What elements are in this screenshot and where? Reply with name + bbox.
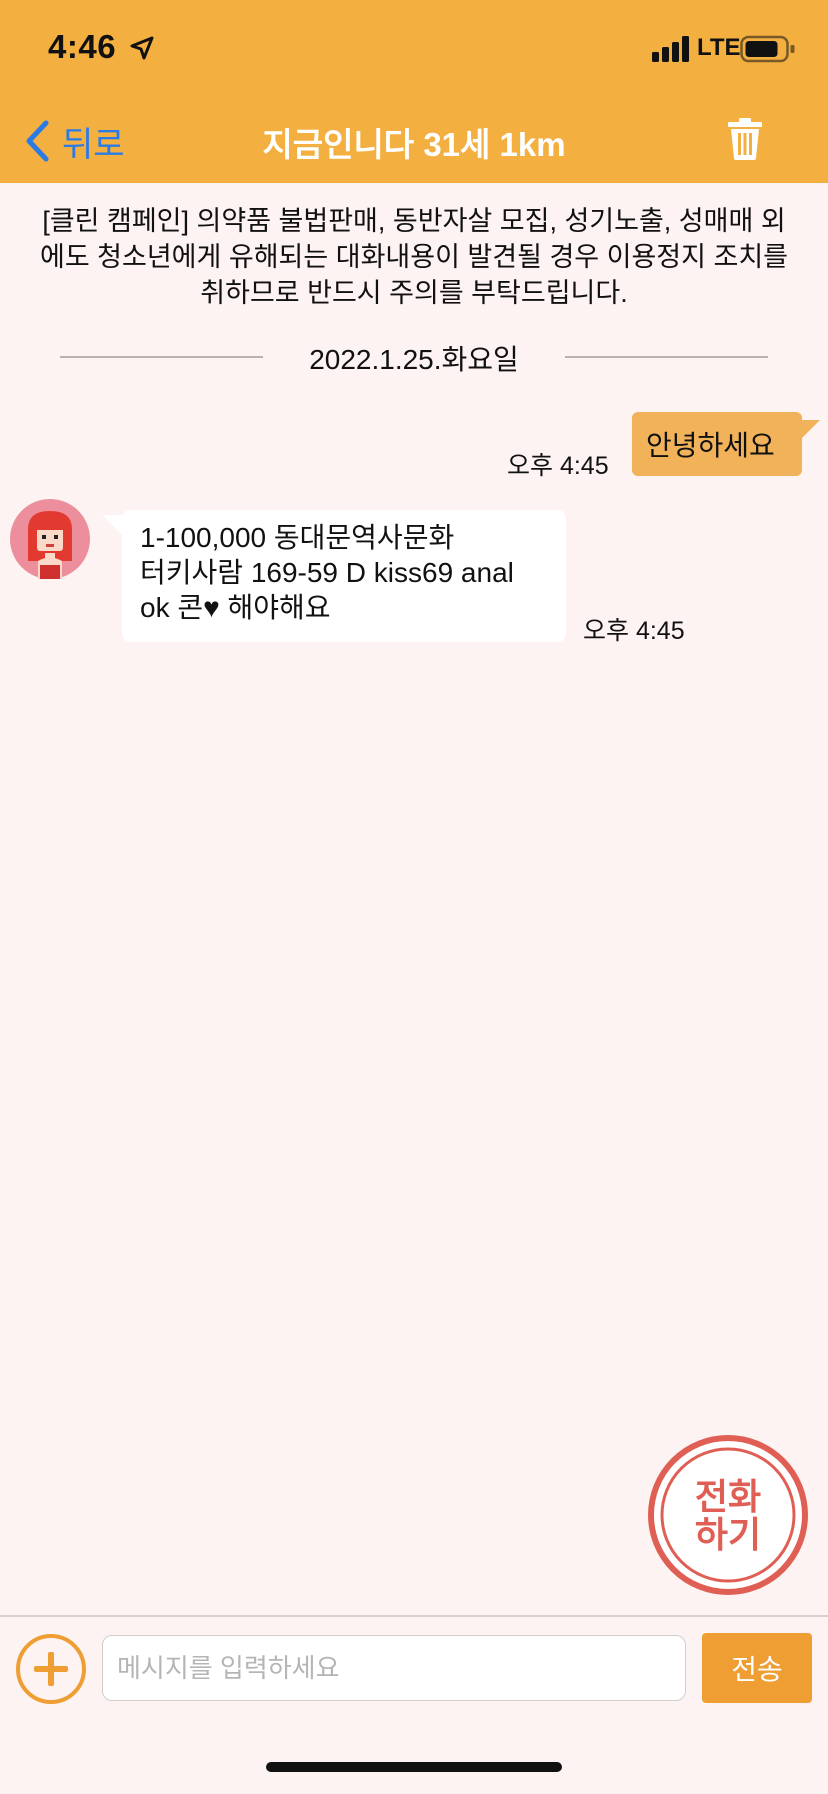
location-arrow-icon (130, 36, 154, 60)
bubble-tail (798, 420, 820, 442)
network-type: LTE (697, 34, 741, 61)
battery-icon (740, 35, 795, 63)
home-indicator (266, 1762, 562, 1772)
outgoing-message-text: 안녕하세요 (646, 430, 775, 461)
status-time: 4:46 (48, 28, 117, 65)
date-divider: 2022.1.25.화요일 (309, 344, 519, 375)
call-button[interactable]: 전화 하기 (647, 1434, 809, 1596)
avatar[interactable] (10, 499, 90, 579)
bubble-tail (102, 515, 124, 537)
date-divider-line (60, 356, 263, 358)
incoming-message-content: 1-100,000 동대문역사문화 터키사람 169-59 D kiss69 a… (140, 522, 514, 623)
plus-circle-icon[interactable] (15, 1633, 87, 1705)
clean-campaign-notice: [클린 캠페인] 의약품 불법판매, 동반자살 모집, 성기노출, 성매매 외에… (39, 206, 789, 308)
chat-title: 지금인니다 31세 1km (262, 126, 566, 163)
signal-bars-icon (652, 36, 689, 62)
message-time: 오후 4:45 (507, 452, 609, 480)
date-divider-line (565, 356, 768, 358)
call-button-label: 전화 하기 (694, 1476, 762, 1555)
message-input[interactable] (102, 1635, 686, 1701)
message-time: 오후 4:45 (583, 617, 685, 645)
incoming-message-text: 1-100,000 동대문역사문화 터키사람 169-59 D kiss69 a… (140, 520, 556, 625)
trash-icon[interactable] (726, 118, 764, 160)
send-button[interactable]: 전송 (702, 1633, 812, 1703)
